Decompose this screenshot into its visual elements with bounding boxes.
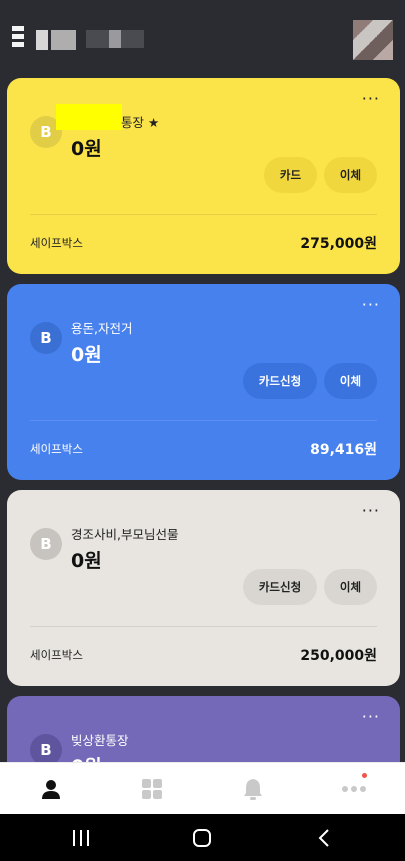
account-name: 빚상환통장 (71, 733, 129, 748)
safebox-amount: 250,000원 (300, 648, 377, 664)
grid-icon (141, 778, 162, 799)
more-options-icon[interactable]: ··· (362, 297, 380, 313)
bottom-tab-bar (0, 762, 405, 814)
home-button[interactable] (172, 818, 232, 858)
back-icon (318, 828, 329, 847)
back-button[interactable] (294, 818, 354, 858)
account-name: 경조사비,부모님선물 (71, 527, 179, 542)
account-card[interactable]: ··· B 통장 ★ 0원 카드 이체 세이프박스 275,000원 (7, 78, 400, 274)
header (0, 0, 405, 76)
account-balance: 0원 (71, 550, 102, 572)
app-screen: ··· B 통장 ★ 0원 카드 이체 세이프박스 275,000원 ··· B… (0, 0, 405, 861)
system-navigation-bar (0, 814, 405, 861)
tab-home[interactable] (0, 763, 101, 814)
divider (30, 420, 377, 421)
account-actions: 카드신청 이체 (243, 569, 377, 605)
recents-button[interactable] (51, 818, 111, 858)
account-balance: 0원 (71, 138, 102, 160)
card-apply-button[interactable]: 카드신청 (243, 363, 317, 399)
notification-dot (361, 773, 367, 778)
transfer-button[interactable]: 이체 (324, 157, 377, 193)
account-card[interactable]: ··· B 경조사비,부모님선물 0원 카드신청 이체 세이프박스 250,00… (7, 490, 400, 686)
safebox-amount: 89,416원 (310, 442, 377, 458)
transfer-button[interactable]: 이체 (324, 569, 377, 605)
blurred-header-logo (12, 26, 24, 50)
account-name: 용돈,자전거 (71, 321, 133, 336)
more-options-icon[interactable]: ··· (362, 91, 380, 107)
person-icon (41, 779, 60, 799)
bank-logo-icon: B (30, 528, 62, 560)
card-button[interactable]: 카드 (264, 157, 317, 193)
home-icon (193, 828, 212, 847)
account-balance: 0원 (71, 344, 102, 366)
transfer-button[interactable]: 이체 (324, 363, 377, 399)
bell-icon (244, 778, 263, 800)
safebox-label: 세이프박스 (30, 648, 83, 662)
more-icon (342, 785, 367, 792)
recents-icon (72, 829, 89, 846)
blurred-header-text-2 (86, 30, 144, 48)
divider (30, 626, 377, 627)
tab-services[interactable] (101, 763, 202, 814)
blurred-header-text (36, 30, 76, 50)
account-actions: 카드 이체 (264, 157, 377, 193)
tab-more[interactable] (304, 763, 405, 814)
account-card[interactable]: ··· B 용돈,자전거 0원 카드신청 이체 세이프박스 89,416원 (7, 284, 400, 480)
safebox-label: 세이프박스 (30, 442, 83, 456)
safebox-label: 세이프박스 (30, 236, 83, 250)
more-options-icon[interactable]: ··· (362, 709, 380, 725)
redacted-account-name (56, 104, 122, 130)
bank-logo-icon: B (30, 322, 62, 354)
card-apply-button[interactable]: 카드신청 (243, 569, 317, 605)
more-options-icon[interactable]: ··· (362, 503, 380, 519)
profile-avatar[interactable] (353, 20, 393, 60)
account-actions: 카드신청 이체 (243, 363, 377, 399)
tab-notifications[interactable] (203, 763, 304, 814)
safebox-amount: 275,000원 (300, 236, 377, 252)
account-name: 통장 ★ (121, 115, 160, 130)
divider (30, 214, 377, 215)
